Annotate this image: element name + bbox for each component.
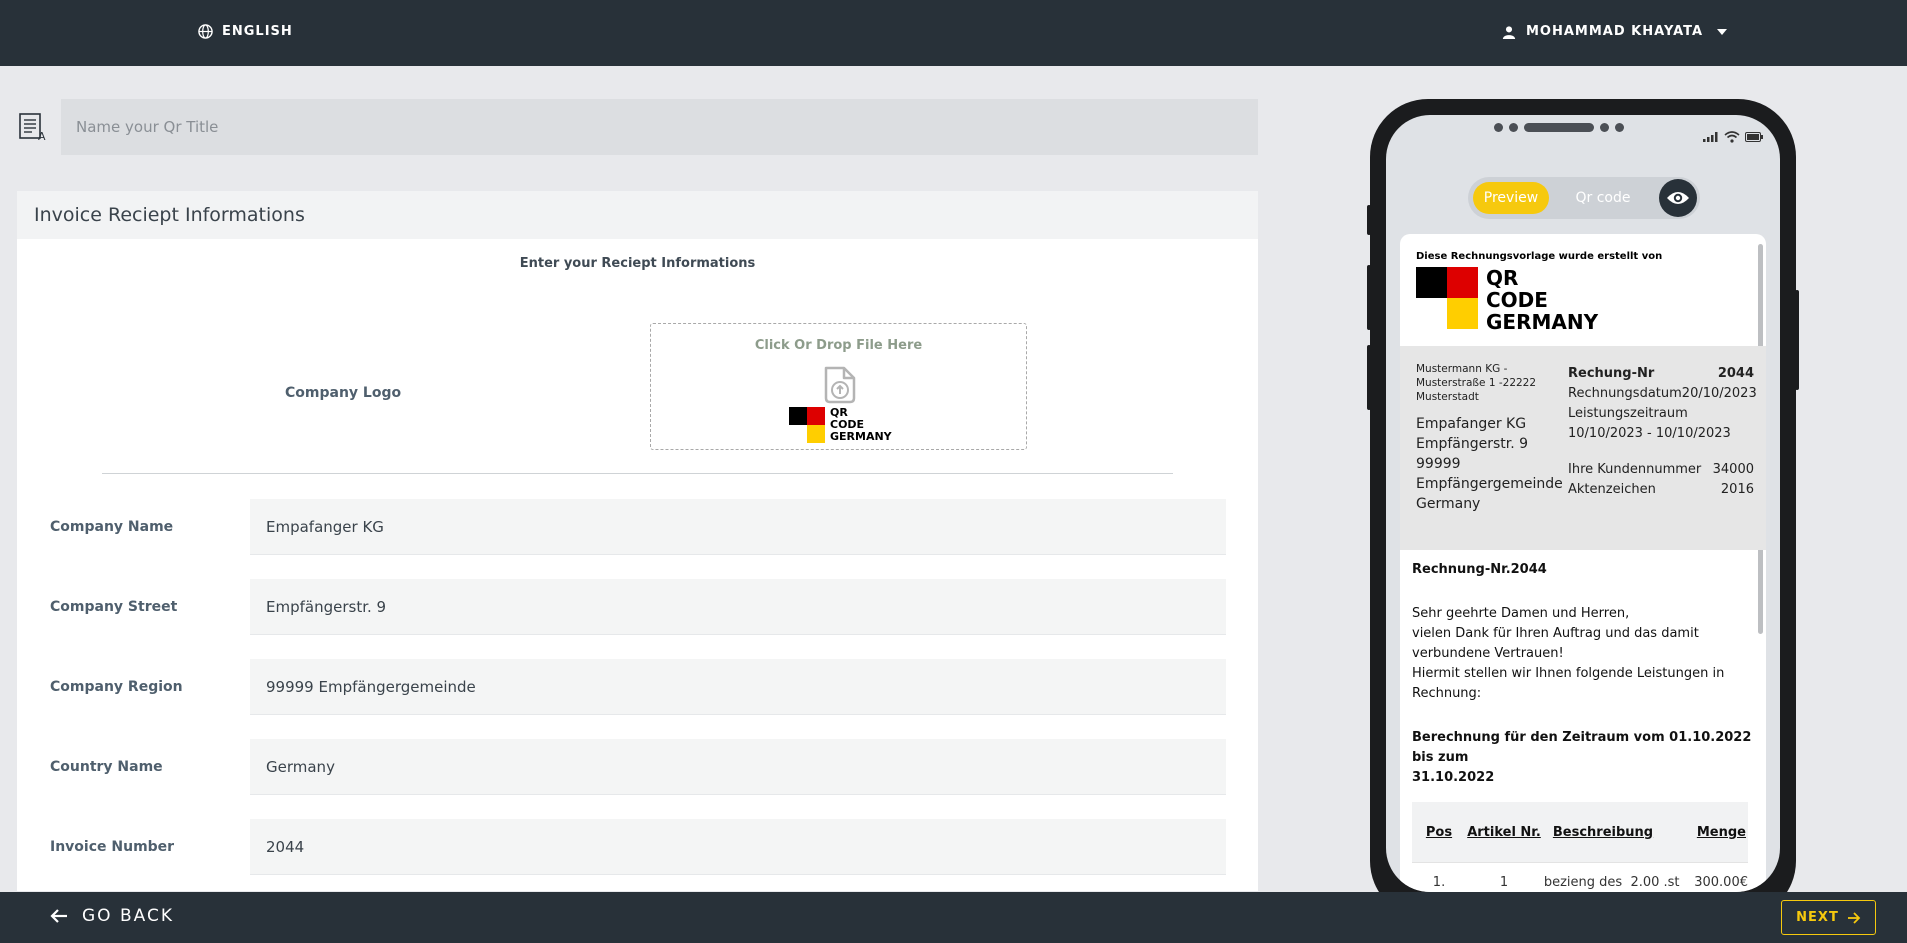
upload-file-icon bbox=[824, 366, 856, 404]
signal-icon bbox=[1703, 132, 1718, 142]
sender-recipient: Mustermann KG - Musterstraße 1 -22222 Mu… bbox=[1416, 363, 1563, 512]
user-menu[interactable]: MOHAMMAD KHAYATA bbox=[1502, 24, 1728, 39]
status-bar-icons bbox=[1703, 131, 1763, 143]
eye-icon bbox=[1667, 192, 1689, 204]
next-button[interactable]: NEXT bbox=[1781, 900, 1876, 935]
divider bbox=[102, 473, 1173, 474]
phone-side-button bbox=[1367, 345, 1371, 410]
country-name-label: Country Name bbox=[50, 759, 163, 775]
company-region-input[interactable] bbox=[250, 659, 1226, 715]
document-title-icon: A bbox=[19, 113, 46, 142]
go-back-label: GO BACK bbox=[82, 906, 174, 926]
chevron-down-icon bbox=[1717, 28, 1728, 35]
phone-preview: Preview Qr code Diese Rechnungsvorlage w… bbox=[1370, 99, 1796, 919]
top-bar: ENGLISH MOHAMMAD KHAYATA bbox=[0, 0, 1907, 66]
preview-tab[interactable]: Preview bbox=[1473, 182, 1549, 214]
card-subheading: Enter your Reciept Informations bbox=[519, 256, 756, 271]
language-selector[interactable]: ENGLISH bbox=[198, 24, 293, 39]
phone-side-button bbox=[1367, 265, 1371, 330]
eye-button[interactable] bbox=[1659, 179, 1697, 217]
wifi-icon bbox=[1724, 131, 1740, 143]
bottom-bar: GO BACK NEXT bbox=[0, 892, 1907, 943]
company-name-input[interactable] bbox=[250, 499, 1226, 555]
invoice-info-card: Invoice Reciept Informations Enter your … bbox=[17, 191, 1258, 891]
globe-icon bbox=[198, 24, 213, 39]
go-back-button[interactable]: GO BACK bbox=[50, 906, 174, 926]
table-header-row: Pos Artikel Nr. Beschreibung Menge bbox=[1412, 802, 1748, 862]
user-name: MOHAMMAD KHAYATA bbox=[1526, 24, 1704, 39]
document-logo: QR CODE GERMANY bbox=[1416, 267, 1598, 333]
document-logo-text: QR CODE GERMANY bbox=[1486, 266, 1599, 334]
logo-dropzone[interactable]: Click Or Drop File Here QR CODE GERMANY bbox=[650, 323, 1027, 450]
battery-icon bbox=[1745, 132, 1763, 142]
company-street-label: Company Street bbox=[50, 599, 178, 615]
address-block: Mustermann KG - Musterstraße 1 -22222 Mu… bbox=[1400, 346, 1766, 550]
arrow-right-icon bbox=[1847, 911, 1861, 924]
invoice-number-input[interactable] bbox=[250, 819, 1226, 875]
invoice-meta: Rechung-Nr 2044 Rechnungsdatum 20/10/2023 … bbox=[1568, 366, 1757, 497]
next-label: NEXT bbox=[1796, 910, 1839, 925]
dropzone-text: Click Or Drop File Here bbox=[754, 338, 923, 353]
country-name-input[interactable] bbox=[250, 739, 1226, 795]
table-row: 1. 1 bezieng des 2.00 .st 300.00€ bbox=[1412, 862, 1748, 892]
qr-code-tab[interactable]: Qr code bbox=[1566, 182, 1640, 214]
company-region-label: Company Region bbox=[50, 679, 183, 695]
invoice-document-preview: Diese Rechnungsvorlage wurde erstellt vo… bbox=[1400, 234, 1766, 892]
invoice-body-text: Rechnung-Nr.2044 Sehr geehrte Damen und … bbox=[1412, 562, 1752, 785]
flag-logo-icon bbox=[1416, 267, 1478, 329]
company-street-input[interactable] bbox=[250, 579, 1226, 635]
phone-side-button bbox=[1367, 205, 1371, 235]
phone-side-button bbox=[1795, 290, 1799, 390]
dropzone-logo-preview: QR CODE GERMANY bbox=[789, 407, 892, 443]
phone-notch bbox=[1494, 123, 1624, 132]
company-logo-label: Company Logo bbox=[285, 385, 402, 401]
user-icon bbox=[1502, 25, 1516, 39]
card-header: Invoice Reciept Informations bbox=[17, 191, 1258, 239]
invoice-number-label: Invoice Number bbox=[50, 839, 175, 855]
company-name-label: Company Name bbox=[50, 519, 174, 535]
created-by-text: Diese Rechnungsvorlage wurde erstellt vo… bbox=[1416, 251, 1663, 262]
arrow-left-icon bbox=[50, 909, 67, 923]
phone-screen: Preview Qr code Diese Rechnungsvorlage w… bbox=[1386, 115, 1780, 892]
flag-logo-icon bbox=[789, 407, 825, 443]
invoice-items-table: Pos Artikel Nr. Beschreibung Menge 1. 1 … bbox=[1412, 802, 1748, 892]
preview-qr-toggle: Preview Qr code bbox=[1468, 177, 1700, 219]
qr-title-input[interactable] bbox=[61, 99, 1258, 155]
language-label: ENGLISH bbox=[222, 24, 293, 39]
svg-text:A: A bbox=[38, 130, 46, 142]
mini-logo-text: QR CODE GERMANY bbox=[830, 406, 892, 443]
